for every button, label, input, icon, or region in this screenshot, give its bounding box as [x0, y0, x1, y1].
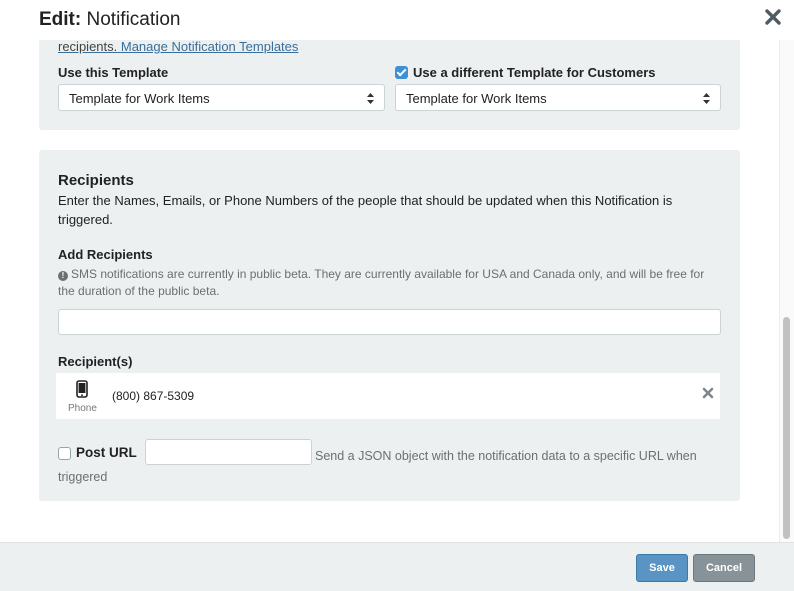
- different-template-label[interactable]: Use a different Template for Customers: [413, 65, 655, 80]
- modal-header: Edit: Notification: [0, 0, 794, 40]
- customer-template-select[interactable]: Template for Work Items: [395, 84, 721, 111]
- info-icon: !: [58, 271, 68, 281]
- use-template-select-value: Template for Work Items: [69, 91, 210, 106]
- recipients-heading: Recipients: [58, 172, 134, 189]
- different-template-checkbox[interactable]: [395, 66, 408, 79]
- recipients-list-label: Recipient(s): [58, 354, 133, 369]
- modal-title-prefix: Edit:: [39, 9, 82, 30]
- select-arrows-icon: [366, 92, 375, 108]
- use-template-label: Use this Template: [58, 65, 169, 80]
- cut-off-text: recipients.: [58, 40, 118, 54]
- phone-icon: [76, 380, 88, 401]
- modal-body[interactable]: recipients. Manage Notification Template…: [0, 40, 794, 542]
- template-panel: recipients. Manage Notification Template…: [39, 40, 740, 130]
- save-button[interactable]: Save: [636, 554, 688, 582]
- post-url-help-text: Send a JSON object with the notification…: [58, 449, 697, 484]
- sms-beta-note-text: SMS notifications are currently in publi…: [58, 267, 705, 298]
- sms-beta-note: ! SMS notifications are currently in publ…: [58, 266, 718, 300]
- post-url-help: Send a JSON object with the notification…: [58, 446, 718, 488]
- scrollbar-thumb[interactable]: [783, 317, 790, 539]
- modal-title-text: Notification: [86, 9, 181, 30]
- recipients-description: Enter the Names, Emails, or Phone Number…: [58, 193, 673, 227]
- customer-template-select-value: Template for Work Items: [406, 91, 547, 106]
- recipient-value: (800) 867-5309: [112, 389, 195, 403]
- add-recipients-label: Add Recipients: [58, 247, 153, 262]
- modal-footer: Save Cancel: [0, 542, 794, 591]
- use-template-select[interactable]: Template for Work Items: [58, 84, 385, 111]
- select-arrows-icon: [702, 92, 711, 108]
- modal-title: Edit: Notification: [39, 9, 181, 31]
- add-recipients-input[interactable]: [58, 309, 721, 335]
- recipient-item: Phone (800) 867-5309: [56, 373, 720, 419]
- recipients-panel: Recipients Enter the Names, Emails, or P…: [39, 150, 740, 501]
- manage-templates-link[interactable]: Manage Notification Templates: [121, 40, 299, 54]
- remove-recipient-icon[interactable]: [702, 387, 714, 402]
- cancel-button[interactable]: Cancel: [693, 554, 755, 582]
- close-icon[interactable]: [764, 8, 784, 30]
- recipient-type-label: Phone: [68, 403, 97, 414]
- manage-templates-line: recipients. Manage Notification Template…: [58, 40, 298, 54]
- scrollbar[interactable]: [779, 40, 794, 542]
